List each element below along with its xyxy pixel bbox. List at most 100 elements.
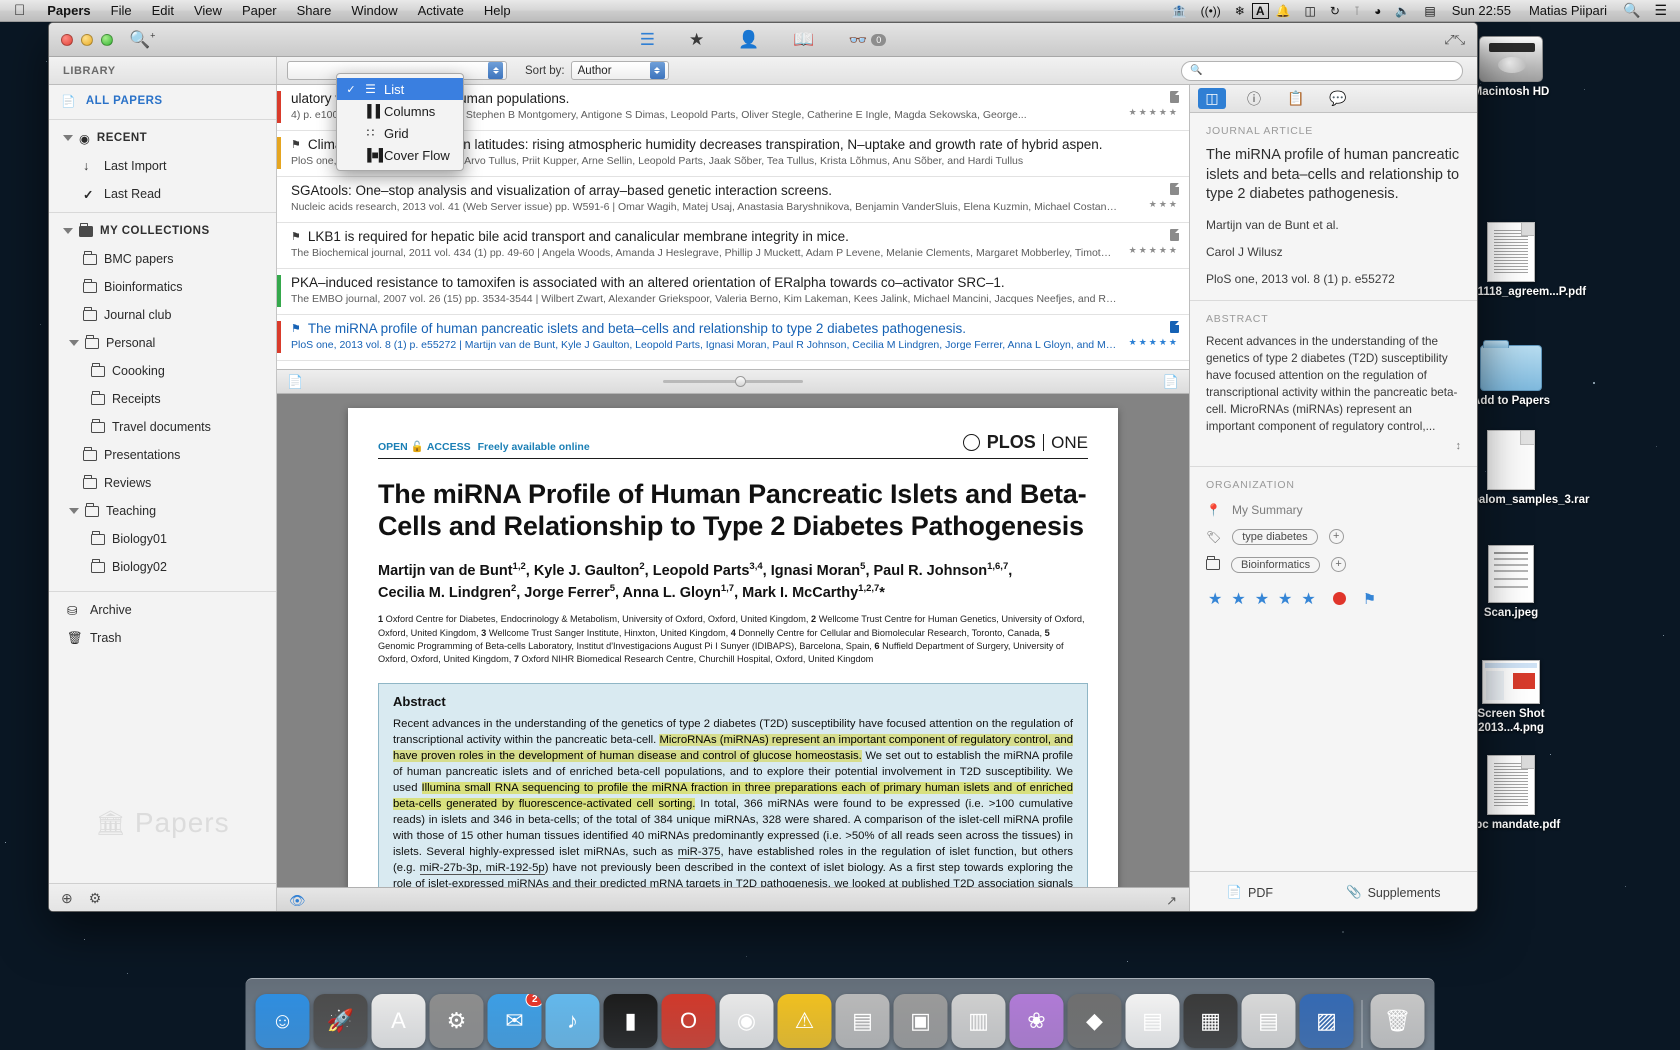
wifi-icon[interactable]: ◕	[1367, 4, 1388, 18]
abstract-stepper[interactable]: ↕	[1206, 440, 1462, 452]
user-menu[interactable]: Matias Piipari	[1520, 3, 1616, 18]
airplay-icon[interactable]: ((•))	[1194, 4, 1228, 18]
dock-item-document[interactable]: ▤	[1125, 994, 1180, 1048]
expand-icon[interactable]: ⤢⤡	[1444, 32, 1465, 48]
alfred-icon[interactable]: A	[1251, 2, 1269, 19]
sidebar-item-bmc-papers[interactable]: BMC papers	[49, 245, 276, 273]
zoom-slider-knob[interactable]	[735, 376, 746, 387]
battery-icon[interactable]: ▤	[1417, 4, 1442, 18]
flag-icon[interactable]: ⚑	[1363, 590, 1376, 608]
sidebar-item-last-read[interactable]: ✓ Last Read	[49, 180, 276, 208]
pdf-viewer[interactable]: OPEN 🔓 ACCESS Freely available online PL…	[277, 394, 1189, 911]
library-icon[interactable]: ☰	[640, 30, 655, 50]
dock-item-stack-color[interactable]: ▨	[1299, 994, 1354, 1048]
rating-stars[interactable]: ★★★★★	[1129, 245, 1179, 256]
dock-item-app-11[interactable]: ▥	[951, 994, 1006, 1048]
view-menu-item-columns[interactable]: ▐▐ Columns	[337, 100, 463, 122]
dropbox-icon[interactable]: ❄	[1228, 4, 1252, 18]
rating-stars[interactable]: ★★★	[1149, 199, 1179, 210]
dock-item-stack-dark[interactable]: ▦	[1183, 994, 1238, 1048]
dock-item-papers[interactable]: A	[371, 994, 426, 1048]
dock-item-photos[interactable]: ❀	[1009, 994, 1064, 1048]
sidebar-item-archive[interactable]: ⛁ Archive	[49, 596, 276, 624]
dock-item-app-13[interactable]: ◆	[1067, 994, 1122, 1048]
dock-item-database[interactable]: ▤	[835, 994, 890, 1048]
color-label-red[interactable]	[1332, 592, 1346, 605]
sidebar-item-coooking[interactable]: Coooking	[49, 357, 276, 385]
table-row[interactable]: SGAtools: One–stop analysis and visualiz…	[277, 177, 1189, 223]
rating-star-3[interactable]: ★	[1255, 589, 1269, 609]
view-menu-item-cover-flow[interactable]: ▐■▌ Cover Flow	[337, 144, 463, 166]
pdf-attachment-icon[interactable]	[1170, 229, 1179, 241]
menu-item-view[interactable]: View	[184, 2, 232, 19]
menu-item-paper[interactable]: Paper	[232, 2, 287, 19]
clock[interactable]: Sun 22:55	[1443, 3, 1520, 18]
sidebar-item-biology01[interactable]: Biology01	[49, 525, 276, 553]
add-collection-button[interactable]: +	[1331, 557, 1347, 572]
gear-icon[interactable]: ⚙	[89, 890, 102, 907]
minimize-button[interactable]	[81, 33, 93, 46]
book-icon[interactable]: 📖	[793, 30, 814, 50]
menu-item-file[interactable]: File	[101, 2, 142, 19]
tab-info-card[interactable]: ◫	[1198, 88, 1226, 109]
dock-item-warning-app[interactable]: ⚠	[777, 994, 832, 1048]
dock-item-app-10[interactable]: ▣	[893, 994, 948, 1048]
summary-row[interactable]: 📍 My Summary	[1206, 503, 1461, 517]
bluetooth-icon[interactable]: ⊺	[1347, 4, 1367, 18]
sort-by-selector[interactable]: Author	[570, 61, 669, 80]
menu-item-help[interactable]: Help	[474, 2, 521, 19]
dock-item-mail[interactable]: ✉ 2	[487, 994, 542, 1048]
dock-item-chrome[interactable]: ◉	[719, 994, 774, 1048]
dock-item-trash[interactable]: 🗑	[1370, 994, 1425, 1048]
view-menu-item-list[interactable]: ✓ ☰ List	[337, 78, 463, 100]
tab-comments[interactable]: 💬	[1324, 88, 1352, 109]
dock-item-launchpad[interactable]: 🚀	[313, 994, 368, 1048]
sidebar-group-collections[interactable]: MY COLLECTIONS	[49, 217, 276, 245]
sidebar-item-trash[interactable]: 🗑 Trash	[49, 624, 276, 652]
sidebar-item-receipts[interactable]: Receipts	[49, 385, 276, 413]
bell-icon[interactable]: 🔔	[1269, 4, 1298, 18]
chevron-down-icon[interactable]	[63, 135, 73, 141]
pdf-tab-button[interactable]: 📄 PDF	[1226, 885, 1273, 900]
menu-item-share[interactable]: Share	[287, 2, 342, 19]
table-row[interactable]: PKA–induced resistance to tamoxifen is a…	[277, 269, 1189, 315]
view-mode-dropdown-menu[interactable]: ✓ ☰ List ▐▐ Columns ∷ Grid ▐■▌ Cover Flow	[336, 73, 464, 171]
dock-item-opera[interactable]: O	[661, 994, 716, 1048]
sidebar-item-reviews[interactable]: Reviews	[49, 469, 276, 497]
chevron-down-icon[interactable]	[69, 340, 79, 346]
rating-stars[interactable]: ★★★★★	[1129, 107, 1179, 118]
zoom-slider-track[interactable]	[663, 376, 803, 387]
table-row[interactable]: ⚑ The miRNA profile of human pancreatic i…	[277, 315, 1189, 361]
sidebar-item-last-import[interactable]: ↓ Last Import	[49, 152, 276, 180]
bank-icon[interactable]: 🏦	[1165, 4, 1194, 18]
sidebar-group-recent[interactable]: ◉ RECENT	[49, 124, 276, 152]
flag-icon[interactable]: ⚑	[291, 138, 301, 151]
dock-item-finder[interactable]: ☺	[255, 994, 310, 1048]
zoom-button[interactable]	[101, 33, 113, 46]
sidebar-item-personal[interactable]: Personal	[49, 329, 276, 357]
sidebar-item-bioinformatics[interactable]: Bioinformatics	[49, 273, 276, 301]
rating-star-5[interactable]: ★	[1301, 589, 1315, 609]
flag-icon[interactable]: ⚑	[291, 322, 301, 335]
menu-item-window[interactable]: Window	[341, 2, 407, 19]
menu-item-papers[interactable]: Papers	[37, 2, 100, 19]
pdf-attachment-icon[interactable]	[1170, 91, 1179, 103]
tab-clipboard[interactable]: 📋	[1282, 88, 1310, 109]
glasses-icon[interactable]: 👓 0	[849, 31, 887, 49]
rating-star-4[interactable]: ★	[1278, 589, 1292, 609]
menu-item-edit[interactable]: Edit	[142, 2, 184, 19]
tab-info-circle[interactable]: ⓘ	[1240, 88, 1268, 109]
rating-star-2[interactable]: ★	[1231, 589, 1245, 609]
apple-menu-icon[interactable]: 	[0, 3, 37, 18]
rating-star-1[interactable]: ★	[1208, 589, 1222, 609]
sidebar-item-all-papers[interactable]: 📄 ALL PAPERS	[49, 87, 276, 115]
eye-icon[interactable]: 👁	[289, 893, 306, 909]
notification-center-icon[interactable]: ☰	[1647, 2, 1674, 19]
library-search-input[interactable]: 🔍	[1181, 60, 1463, 81]
tuxera-icon[interactable]: ◫	[1297, 4, 1322, 18]
sidebar-item-journal-club[interactable]: Journal club	[49, 301, 276, 329]
zoom-slider[interactable]	[277, 376, 1189, 387]
add-keyword-button[interactable]: +	[1328, 529, 1344, 544]
sidebar-item-presentations[interactable]: Presentations	[49, 441, 276, 469]
volume-icon[interactable]: 🔈	[1388, 4, 1417, 18]
